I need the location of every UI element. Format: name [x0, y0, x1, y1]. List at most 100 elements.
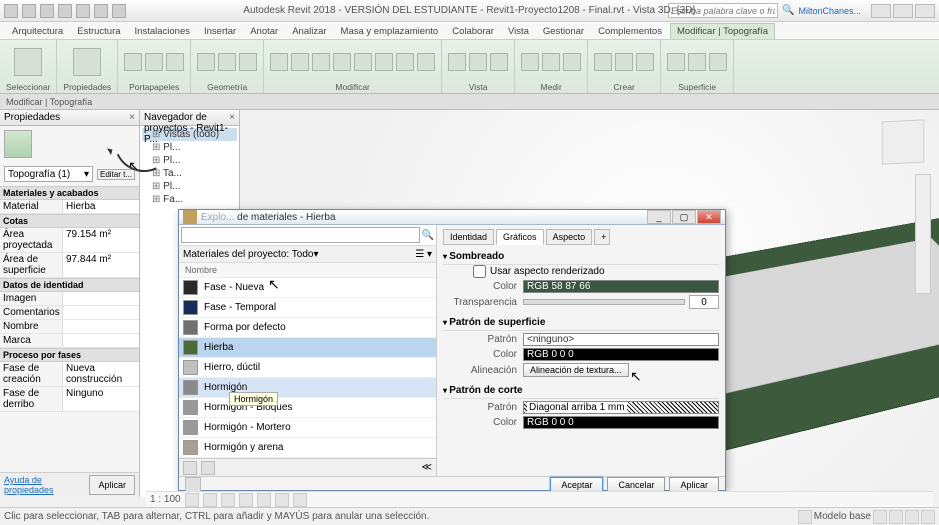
surface-color-swatch[interactable]: RGB 0 0 0: [523, 348, 719, 361]
surface-pattern-button[interactable]: <ninguno>: [523, 333, 719, 346]
app-menu-icon[interactable]: [4, 4, 18, 18]
ribbon-command-icon[interactable]: [166, 53, 184, 71]
material-row[interactable]: Hierba: [179, 338, 436, 358]
shading-color-swatch[interactable]: RGB 58 87 66: [523, 280, 719, 293]
material-filter[interactable]: Materiales del proyecto: Todo▾ ☰ ▾: [179, 245, 436, 263]
property-section-header[interactable]: Datos de identidad: [0, 278, 139, 292]
ribbon-tab[interactable]: Anotar: [244, 24, 284, 39]
minimize-button[interactable]: [871, 4, 891, 18]
close-button[interactable]: [915, 4, 935, 18]
material-tab[interactable]: Identidad: [443, 229, 494, 245]
property-value[interactable]: Nueva construcción: [62, 362, 139, 386]
model-label[interactable]: Modelo base: [814, 511, 871, 522]
navigation-bar[interactable]: [915, 174, 931, 294]
ribbon-command-icon[interactable]: [521, 53, 539, 71]
surface-pattern-header[interactable]: Patrón de superficie: [443, 315, 719, 331]
new-material-icon[interactable]: [201, 461, 215, 475]
ribbon-tab[interactable]: Masa y emplazamiento: [335, 24, 445, 39]
material-row[interactable]: Fase - Nueva: [179, 278, 436, 298]
ribbon-command-icon[interactable]: [14, 48, 42, 76]
apply-button[interactable]: Aplicar: [89, 475, 135, 495]
ribbon-command-icon[interactable]: [124, 53, 142, 71]
select-links-icon[interactable]: [889, 510, 903, 524]
ribbon-tab[interactable]: Colaborar: [446, 24, 500, 39]
close-icon[interactable]: ×: [229, 112, 235, 123]
ribbon-tab[interactable]: Complementos: [592, 24, 668, 39]
material-search-input[interactable]: [181, 227, 420, 243]
ribbon-tab[interactable]: Estructura: [71, 24, 126, 39]
material-row[interactable]: Hormigón - Bloques: [179, 398, 436, 418]
ribbon-tab[interactable]: Arquitectura: [6, 24, 69, 39]
ribbon-command-icon[interactable]: [490, 53, 508, 71]
ribbon-command-icon[interactable]: [594, 53, 612, 71]
property-value[interactable]: Ninguno: [62, 387, 139, 411]
viewcube[interactable]: [882, 119, 925, 164]
property-value[interactable]: [62, 320, 139, 333]
material-row[interactable]: Fase - Temporal: [179, 298, 436, 318]
crop-icon[interactable]: [257, 493, 271, 507]
ribbon-command-icon[interactable]: [333, 53, 351, 71]
edit-type-button[interactable]: Editar t...: [97, 169, 135, 180]
dialog-minimize-button[interactable]: _: [647, 210, 671, 224]
detail-level-icon[interactable]: [185, 493, 199, 507]
ribbon-tab[interactable]: Insertar: [198, 24, 242, 39]
name-column-header[interactable]: Nombre: [179, 263, 436, 278]
redo-icon[interactable]: [76, 4, 90, 18]
ribbon-command-icon[interactable]: [73, 48, 101, 76]
lock-icon[interactable]: [293, 493, 307, 507]
cut-pattern-button[interactable]: Diagonal arriba 1 mm: [523, 401, 719, 414]
material-row[interactable]: Hormigón y arena: [179, 438, 436, 458]
filter-icon[interactable]: [921, 510, 935, 524]
tree-item[interactable]: Pl...: [142, 180, 237, 193]
transparency-value[interactable]: [689, 295, 719, 309]
shading-section-header[interactable]: Sombreado: [443, 249, 719, 265]
ribbon-command-icon[interactable]: [563, 53, 581, 71]
ribbon-command-icon[interactable]: [354, 53, 372, 71]
measure-icon[interactable]: [112, 4, 126, 18]
property-section-header[interactable]: Cotas: [0, 214, 139, 228]
ribbon-command-icon[interactable]: [145, 53, 163, 71]
add-tab-button[interactable]: +: [594, 229, 610, 245]
crop-region-icon[interactable]: [275, 493, 289, 507]
ribbon-command-icon[interactable]: [667, 53, 685, 71]
ribbon-command-icon[interactable]: [448, 53, 466, 71]
material-row[interactable]: Forma por defecto: [179, 318, 436, 338]
ribbon-tab[interactable]: Vista: [502, 24, 535, 39]
material-row[interactable]: Hierro, dúctil: [179, 358, 436, 378]
property-section-header[interactable]: Materiales y acabados: [0, 186, 139, 200]
ribbon-command-icon[interactable]: [542, 53, 560, 71]
material-tab[interactable]: Aspecto: [546, 229, 593, 245]
ribbon-command-icon[interactable]: [270, 53, 288, 71]
ribbon-command-icon[interactable]: [239, 53, 257, 71]
ribbon-tab[interactable]: Analizar: [286, 24, 332, 39]
property-value[interactable]: [62, 334, 139, 347]
ribbon-tab[interactable]: Modificar | Topografía: [670, 23, 775, 39]
ribbon-command-icon[interactable]: [291, 53, 309, 71]
ribbon-tab[interactable]: Instalaciones: [129, 24, 196, 39]
ribbon-command-icon[interactable]: [312, 53, 330, 71]
library-icon[interactable]: [183, 461, 197, 475]
open-icon[interactable]: [22, 4, 36, 18]
use-render-checkbox[interactable]: [473, 265, 486, 278]
tree-item[interactable]: Pl...: [142, 141, 237, 154]
properties-help-link[interactable]: Ayuda de propiedades: [4, 475, 89, 495]
material-tab[interactable]: Gráficos: [496, 229, 544, 245]
expand-icon[interactable]: ≪: [422, 462, 432, 473]
material-row[interactable]: HormigónHormigón: [179, 378, 436, 398]
select-pinned-icon[interactable]: [905, 510, 919, 524]
ribbon-command-icon[interactable]: [417, 53, 435, 71]
workset-icon[interactable]: [798, 510, 812, 524]
undo-icon[interactable]: [58, 4, 72, 18]
close-icon[interactable]: ×: [129, 112, 135, 123]
print-icon[interactable]: [94, 4, 108, 18]
dialog-maximize-button[interactable]: ▢: [672, 210, 696, 224]
list-view-icon[interactable]: ☰ ▾: [415, 249, 432, 260]
dialog-close-button[interactable]: ✕: [697, 210, 721, 224]
sun-path-icon[interactable]: [221, 493, 235, 507]
property-value[interactable]: 97.844 m²: [62, 253, 139, 277]
visual-style-icon[interactable]: [203, 493, 217, 507]
search-icon[interactable]: 🔍: [422, 230, 434, 241]
ribbon-command-icon[interactable]: [709, 53, 727, 71]
property-value[interactable]: [62, 292, 139, 305]
ribbon-command-icon[interactable]: [615, 53, 633, 71]
